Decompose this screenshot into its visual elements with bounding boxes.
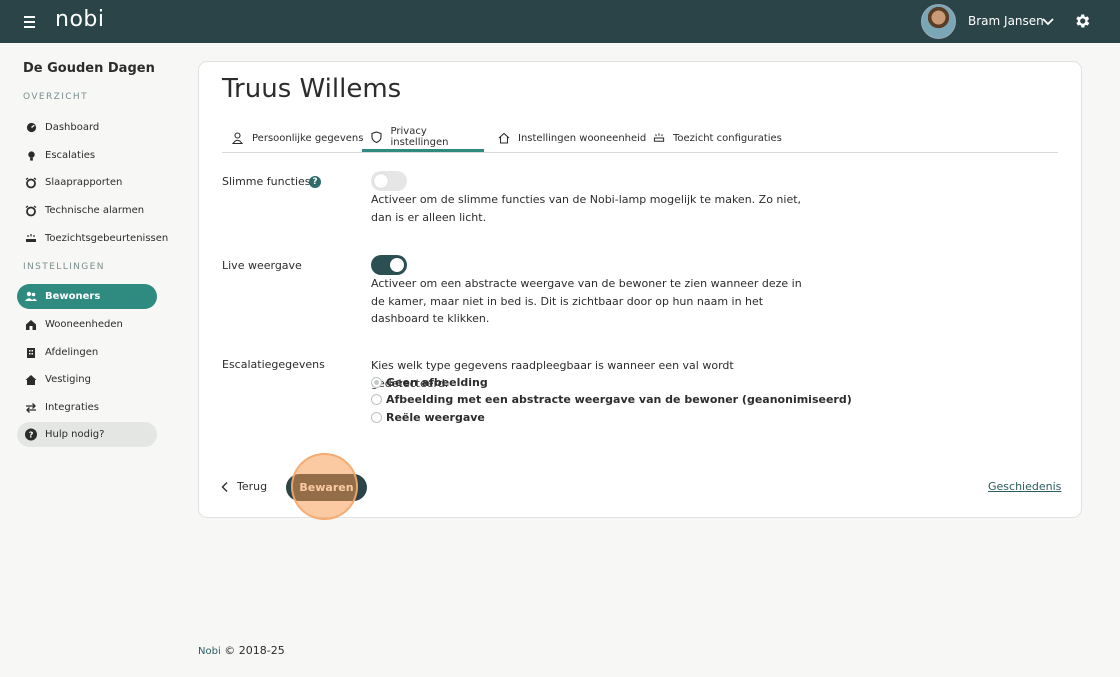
sidebar-item-label: Vestiging bbox=[45, 374, 91, 385]
tab-label: Privacy instellingen bbox=[390, 125, 449, 148]
sidebar-item-wooneenheden[interactable]: Wooneenheden bbox=[17, 312, 157, 337]
page-title: Truus Willems bbox=[222, 74, 402, 104]
help-label: Hulp nodig? bbox=[45, 429, 105, 440]
gear-icon[interactable] bbox=[1073, 12, 1091, 30]
bed-alarm-icon bbox=[25, 233, 37, 245]
sidebar-item-label: Afdelingen bbox=[45, 347, 99, 358]
bulb-icon bbox=[25, 150, 37, 162]
help-button[interactable]: ? Hulp nodig? bbox=[17, 422, 157, 447]
alarm-clock-icon bbox=[25, 176, 37, 189]
live-view-toggle[interactable] bbox=[371, 255, 407, 275]
smart-functions-label: Slimme functies bbox=[222, 175, 311, 188]
question-icon: ? bbox=[25, 428, 37, 441]
home-icon bbox=[25, 319, 37, 331]
person-icon bbox=[232, 132, 244, 144]
smart-functions-toggle[interactable] bbox=[371, 171, 407, 191]
section-title-settings: INSTELLINGEN bbox=[23, 262, 105, 272]
nobi-logo[interactable]: nobi bbox=[55, 7, 104, 32]
back-label: Terug bbox=[237, 480, 268, 493]
history-link[interactable]: Geschiedenis bbox=[988, 480, 1061, 493]
sidebar-item-label: Toezichtsgebeurtenissen bbox=[45, 233, 169, 244]
sidebar-item-label: Integraties bbox=[45, 402, 100, 413]
tab-bar: Persoonlijke gegevens Privacy instelling… bbox=[222, 124, 1058, 153]
section-title-overview: OVERZICHT bbox=[23, 92, 88, 102]
footer: Nobi © 2018-25 bbox=[198, 644, 285, 657]
people-icon bbox=[25, 291, 37, 303]
home-icon bbox=[498, 132, 510, 144]
shield-icon bbox=[371, 130, 383, 143]
sidebar-item-label: Escalaties bbox=[45, 150, 96, 161]
sidebar-item-escalaties[interactable]: Escalaties bbox=[17, 143, 157, 168]
radio-button[interactable] bbox=[371, 377, 382, 388]
sidebar-item-integraties[interactable]: Integraties bbox=[17, 395, 157, 420]
sidebar-item-slaaprapporten[interactable]: Slaaprapporten bbox=[17, 170, 157, 195]
smart-functions-description: Activeer om de slimme functies van de No… bbox=[371, 193, 802, 224]
house-icon bbox=[25, 374, 37, 386]
tab-persoonlijke-gegevens[interactable]: Persoonlijke gegevens bbox=[232, 124, 363, 152]
sidebar-item-label: Wooneenheden bbox=[45, 319, 123, 330]
radio-option-abstracte-weergave[interactable]: Afbeelding met een abstracte weergave va… bbox=[371, 393, 852, 406]
chevron-left-icon bbox=[221, 481, 231, 493]
bed-alarm-icon bbox=[653, 132, 665, 144]
live-view-description: Activeer om een abstracte weergave van d… bbox=[371, 277, 802, 325]
tab-toezicht-configuraties[interactable]: Toezicht configuraties bbox=[653, 124, 782, 152]
sidebar-item-label: Bewoners bbox=[45, 291, 101, 302]
radio-label: Afbeelding met een abstracte weergave va… bbox=[386, 393, 852, 406]
swap-icon bbox=[25, 402, 37, 414]
back-link[interactable]: Terug bbox=[221, 480, 267, 493]
radio-option-geen-afbeelding[interactable]: Geen afbeelding bbox=[371, 376, 488, 389]
sidebar-item-label: Technische alarmen bbox=[45, 205, 145, 216]
escalation-data-label: Escalatiegegevens bbox=[222, 358, 325, 371]
toggle-knob bbox=[374, 174, 388, 188]
live-view-label: Live weergave bbox=[222, 259, 302, 272]
radio-button[interactable] bbox=[371, 394, 382, 405]
building-icon bbox=[25, 347, 37, 359]
org-name: De Gouden Dagen bbox=[23, 61, 155, 76]
sidebar-item-afdelingen[interactable]: Afdelingen bbox=[17, 340, 157, 365]
tab-label: Instellingen wooneenheid bbox=[518, 132, 647, 144]
footer-brand[interactable]: Nobi bbox=[198, 646, 221, 657]
question-icon[interactable]: ? bbox=[309, 176, 321, 188]
tab-label: Toezicht configuraties bbox=[673, 132, 782, 144]
footer-copyright: © 2018-25 bbox=[224, 644, 285, 657]
sidebar-item-dashboard[interactable]: Dashboard bbox=[17, 115, 157, 140]
radio-option-reele-weergave[interactable]: Reële weergave bbox=[371, 411, 485, 424]
tab-label: Persoonlijke gegevens bbox=[252, 132, 364, 144]
top-bar: nobi Bram Jansen bbox=[0, 0, 1120, 43]
save-button[interactable]: Bewaren bbox=[286, 474, 367, 501]
toggle-knob bbox=[390, 258, 404, 272]
svg-text:?: ? bbox=[29, 430, 34, 440]
sidebar-item-bewoners[interactable]: Bewoners bbox=[17, 284, 157, 309]
sidebar-item-vestiging[interactable]: Vestiging bbox=[17, 367, 157, 392]
alarm-clock-icon bbox=[25, 204, 37, 217]
tab-privacy-instellingen[interactable]: Privacy instellingen bbox=[362, 124, 484, 152]
dashboard-icon bbox=[25, 122, 37, 134]
radio-label: Reële weergave bbox=[386, 411, 485, 424]
radio-button[interactable] bbox=[371, 412, 382, 423]
radio-label: Geen afbeelding bbox=[386, 376, 488, 389]
sidebar-item-technische-alarmen[interactable]: Technische alarmen bbox=[17, 198, 157, 223]
avatar[interactable] bbox=[921, 4, 956, 39]
sidebar-item-toezichtsgebeurtenissen[interactable]: Toezichtsgebeurtenissen bbox=[17, 226, 168, 251]
hamburger-icon[interactable] bbox=[24, 13, 38, 29]
user-name[interactable]: Bram Jansen bbox=[968, 14, 1044, 28]
tab-instellingen-wooneenheid[interactable]: Instellingen wooneenheid bbox=[498, 124, 646, 152]
sidebar-item-label: Slaaprapporten bbox=[45, 177, 123, 188]
chevron-down-icon[interactable] bbox=[1041, 14, 1055, 28]
sidebar-item-label: Dashboard bbox=[45, 122, 100, 133]
